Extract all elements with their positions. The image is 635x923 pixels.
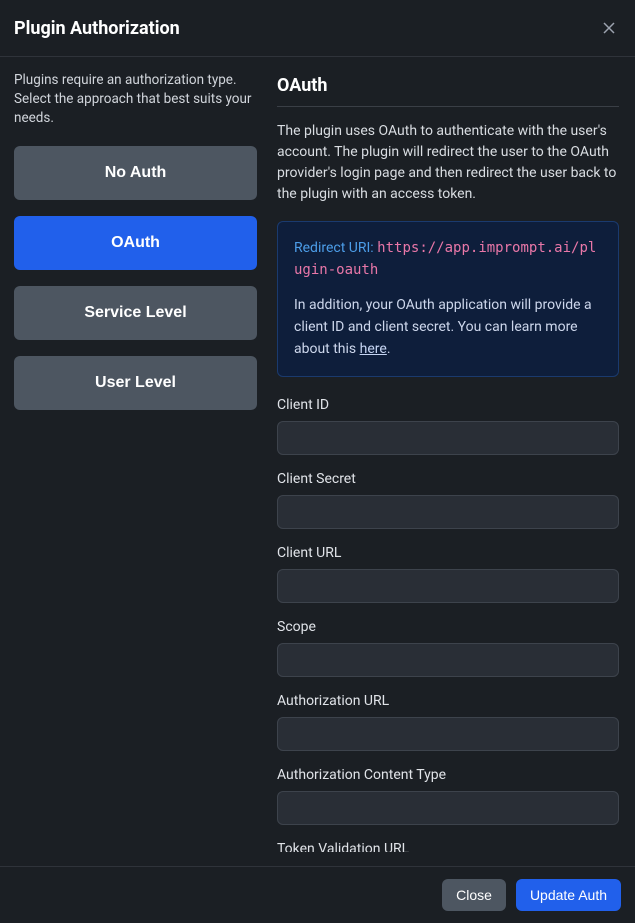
close-button[interactable]: Close <box>442 879 506 911</box>
info-extra: In addition, your OAuth application will… <box>294 295 602 360</box>
label-client-url: Client URL <box>277 545 619 561</box>
modal-header: Plugin Authorization <box>0 0 635 57</box>
section-description: The plugin uses OAuth to authenticate wi… <box>277 121 619 205</box>
close-icon <box>601 20 617 36</box>
field-authorization-url: Authorization URL <box>277 693 619 751</box>
info-text-before: In addition, your OAuth application will… <box>294 297 592 356</box>
modal-title: Plugin Authorization <box>14 18 180 39</box>
sidebar-intro: Plugins require an authorization type. S… <box>14 71 257 128</box>
modal-body: Plugins require an authorization type. S… <box>0 57 635 866</box>
input-client-id[interactable] <box>277 421 619 455</box>
field-client-url: Client URL <box>277 545 619 603</box>
sidebar: Plugins require an authorization type. S… <box>14 71 257 852</box>
tab-no-auth[interactable]: No Auth <box>14 146 257 200</box>
label-client-secret: Client Secret <box>277 471 619 487</box>
label-client-id: Client ID <box>277 397 619 413</box>
redirect-uri-label: Redirect URI: <box>294 240 374 256</box>
tab-service-level[interactable]: Service Level <box>14 286 257 340</box>
section-title: OAuth <box>277 75 619 107</box>
plugin-authorization-modal: Plugin Authorization Plugins require an … <box>0 0 635 923</box>
modal-footer: Close Update Auth <box>0 866 635 923</box>
input-client-url[interactable] <box>277 569 619 603</box>
field-client-id: Client ID <box>277 397 619 455</box>
learn-more-link[interactable]: here <box>360 341 387 357</box>
tab-oauth[interactable]: OAuth <box>14 216 257 270</box>
input-authorization-url[interactable] <box>277 717 619 751</box>
label-scope: Scope <box>277 619 619 635</box>
content-panel: OAuth The plugin uses OAuth to authentic… <box>277 71 621 852</box>
input-client-secret[interactable] <box>277 495 619 529</box>
info-text-after: . <box>387 341 391 357</box>
auth-type-tabs: No Auth OAuth Service Level User Level <box>14 146 257 410</box>
input-authorization-content-type[interactable] <box>277 791 619 825</box>
update-auth-button[interactable]: Update Auth <box>516 879 621 911</box>
label-authorization-url: Authorization URL <box>277 693 619 709</box>
field-client-secret: Client Secret <box>277 471 619 529</box>
tab-user-level[interactable]: User Level <box>14 356 257 410</box>
label-authorization-content-type: Authorization Content Type <box>277 767 619 783</box>
field-token-validation-url: Token Validation URL <box>277 841 619 852</box>
info-box: Redirect URI: https://app.imprompt.ai/pl… <box>277 221 619 377</box>
redirect-uri-line: Redirect URI: https://app.imprompt.ai/pl… <box>294 238 602 281</box>
label-token-validation-url: Token Validation URL <box>277 841 619 852</box>
close-icon-button[interactable] <box>597 16 621 40</box>
field-scope: Scope <box>277 619 619 677</box>
input-scope[interactable] <box>277 643 619 677</box>
field-authorization-content-type: Authorization Content Type <box>277 767 619 825</box>
